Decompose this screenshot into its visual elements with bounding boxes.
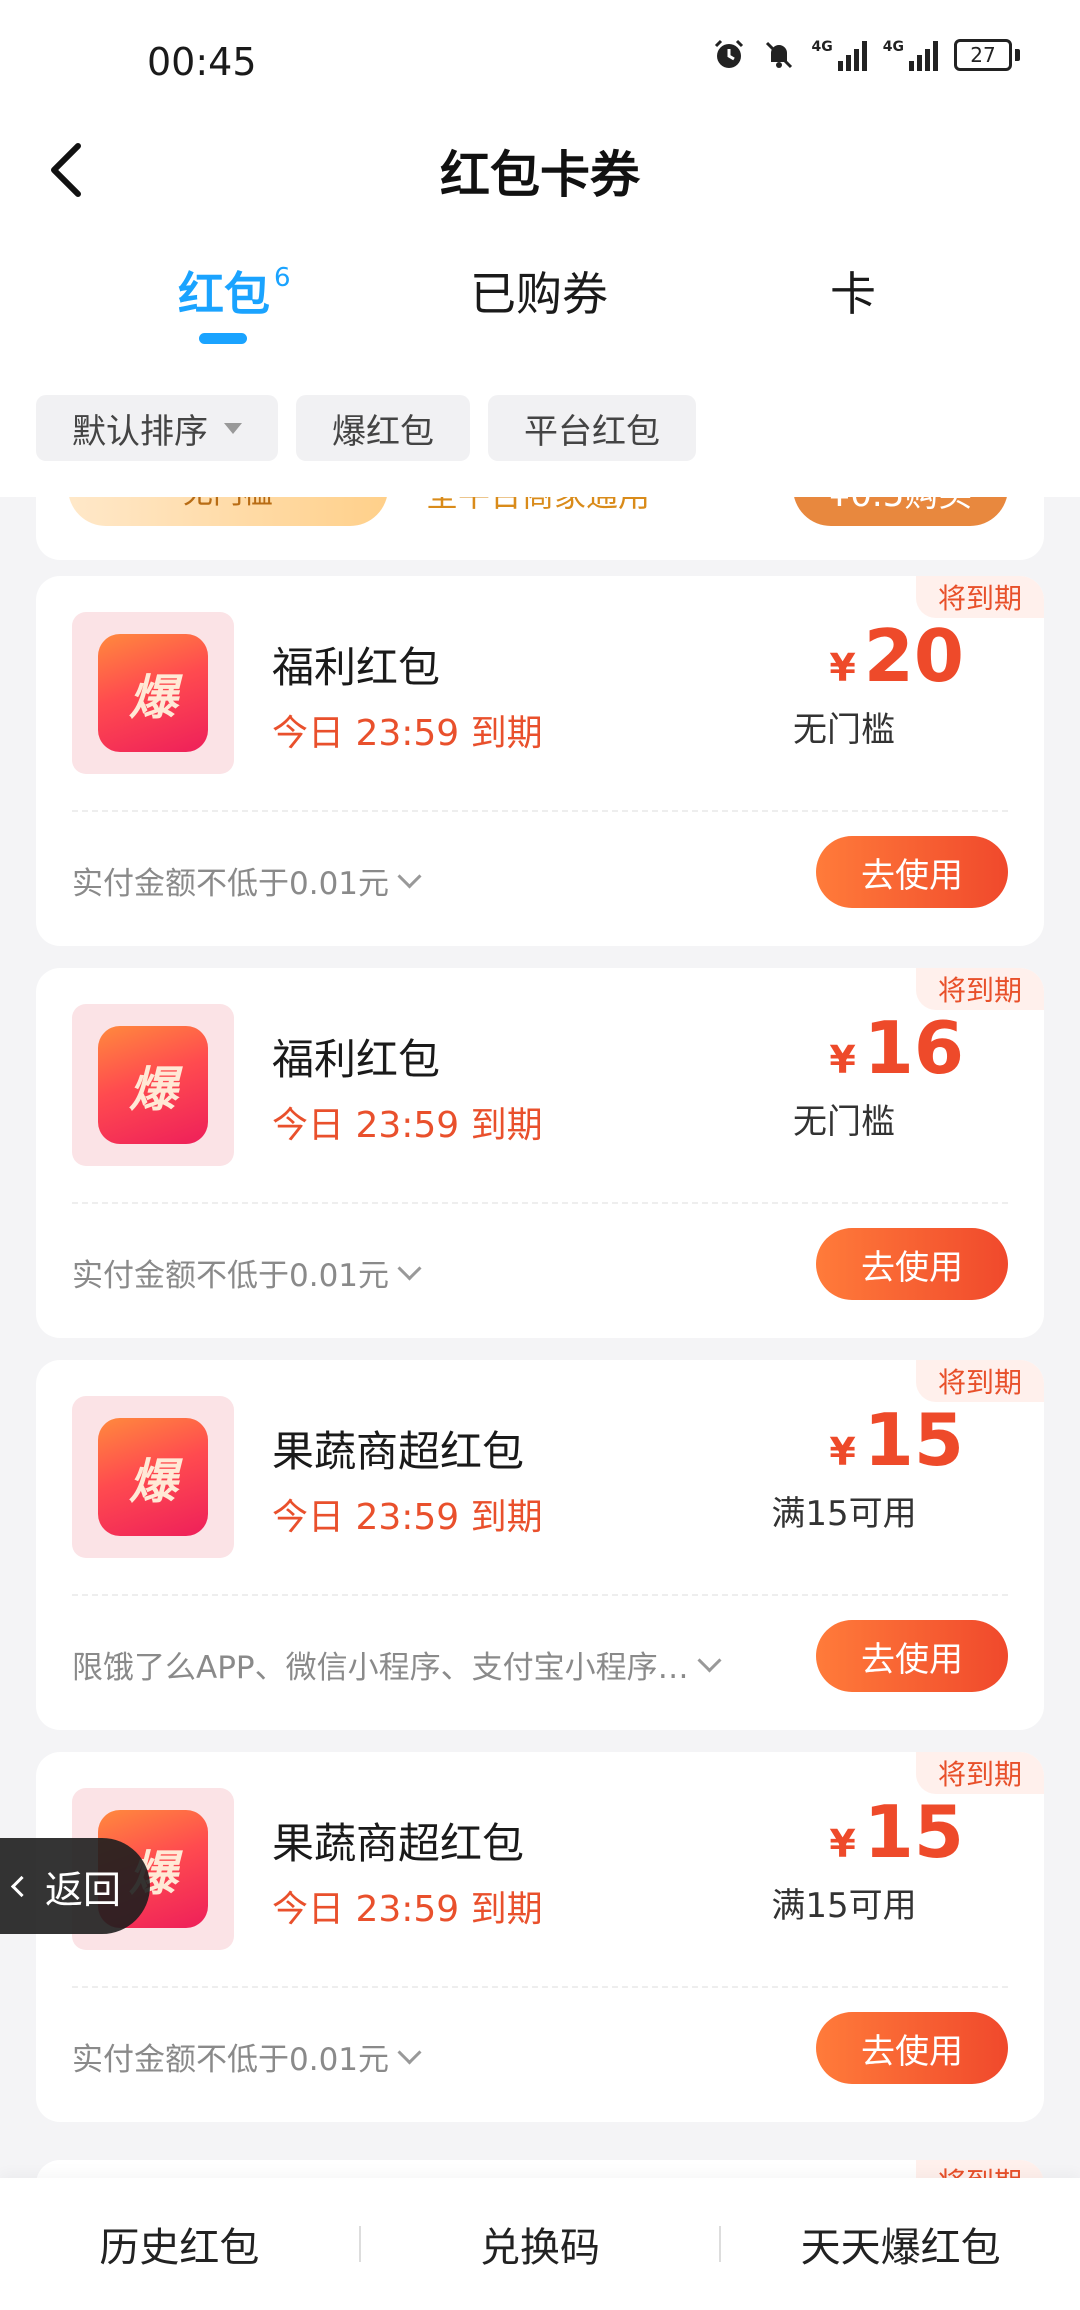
bao-red-packet-icon: 爆 [98, 1418, 208, 1536]
currency-symbol: ¥ [829, 1430, 856, 1474]
use-coupon-button[interactable]: 去使用 [816, 1228, 1008, 1300]
chevron-down-icon [397, 2040, 422, 2065]
signal-strength-icon: 4G [883, 39, 938, 71]
tab-label: 红包 [178, 267, 270, 321]
redeem-code-link[interactable]: 兑换码 [361, 2215, 720, 2273]
tab-purchased-coupons[interactable]: 已购券 [470, 258, 608, 324]
page-title: 红包卡券 [440, 146, 640, 204]
coupon-card[interactable]: 将到期 爆 果蔬商超红包 今日 23:59 到期 ¥ 15 满15可用 实付金额… [36, 1752, 1044, 2122]
floating-back-button[interactable]: 返回 [0, 1838, 150, 1934]
coupon-expiry: 今日 23:59 到期 [272, 1497, 543, 1538]
sort-dropdown[interactable]: 默认排序 [36, 395, 278, 461]
chevron-down-icon [397, 864, 422, 889]
caret-down-icon [224, 422, 242, 434]
chevron-down-icon [397, 1256, 422, 1281]
coupon-title: 果蔬商超红包 [272, 1427, 525, 1476]
status-icons: 4G 4G 27 [712, 38, 1020, 72]
coupon-title: 福利红包 [272, 643, 441, 692]
chip-label: 默认排序 [72, 411, 208, 452]
active-tab-indicator [199, 333, 247, 344]
coupon-icon-frame: 爆 [72, 612, 234, 774]
coupon-icon-frame: 爆 [72, 1004, 234, 1166]
filter-chips: 默认排序 爆红包 平台红包 [36, 395, 696, 461]
chevron-left-icon [10, 1875, 33, 1897]
currency-symbol: ¥ [829, 1822, 856, 1866]
tab-cards[interactable]: 卡 [830, 258, 876, 324]
coupon-condition: 满15可用 [771, 1886, 917, 1926]
alarm-icon [712, 38, 746, 72]
coupon-note: 限饿了么APP、微信小程序、支付宝小程序… [72, 1650, 689, 1686]
coupon-card[interactable]: 将到期 爆 福利红包 今日 23:59 到期 ¥ 16 无门槛 实付金额不低于0… [36, 968, 1044, 1338]
use-coupon-button[interactable]: 去使用 [816, 836, 1008, 908]
coupon-note: 实付金额不低于0.01元 [72, 1258, 390, 1294]
battery-level: 27 [954, 39, 1012, 71]
coupon-price: ¥ 15 [829, 1796, 964, 1868]
dashed-divider [72, 1594, 1008, 1596]
expiring-badge: 将到期 [916, 1752, 1044, 1794]
tab-bar: 红包 6 已购券 卡 [0, 258, 1080, 338]
chip-label: 爆红包 [332, 411, 434, 452]
coupon-condition: 满15可用 [771, 1494, 917, 1534]
expiring-badge: 将到期 [916, 1360, 1044, 1402]
coupon-note: 实付金额不低于0.01元 [72, 866, 390, 902]
mute-bell-icon [762, 38, 796, 72]
dashed-divider [72, 810, 1008, 812]
coupon-note: 实付金额不低于0.01元 [72, 2042, 390, 2078]
coupon-card[interactable]: 将到期 爆 果蔬商超红包 今日 23:59 到期 ¥ 15 满15可用 限饿了么… [36, 1360, 1044, 1730]
dashed-divider [72, 1986, 1008, 1988]
coupon-note-toggle[interactable]: 限饿了么APP、微信小程序、支付宝小程序… [72, 1642, 722, 1687]
coupon-expiry: 今日 23:59 到期 [272, 1105, 543, 1146]
daily-bao-red-packet-link[interactable]: 天天爆红包 [721, 2215, 1080, 2273]
coupon-amount: 15 [863, 1790, 964, 1874]
tab-label: 卡 [830, 267, 876, 321]
coupon-condition: 无门槛 [793, 710, 895, 750]
coupon-icon-frame: 爆 [72, 1396, 234, 1558]
bao-red-packet-icon: 爆 [98, 634, 208, 752]
coupon-price: ¥ 20 [829, 620, 964, 692]
use-coupon-button[interactable]: 去使用 [816, 2012, 1008, 2084]
coupon-price: ¥ 16 [829, 1012, 964, 1084]
coupon-expiry: 今日 23:59 到期 [272, 713, 543, 754]
tab-count: 6 [274, 263, 291, 293]
coupon-title: 果蔬商超红包 [272, 1819, 525, 1868]
expiring-badge: 将到期 [916, 576, 1044, 618]
coupon-card[interactable]: 将到期 爆 福利红包 今日 23:59 到期 ¥ 20 无门槛 实付金额不低于0… [36, 576, 1044, 946]
coupon-note-toggle[interactable]: 实付金额不低于0.01元 [72, 2034, 422, 2079]
coupon-title: 福利红包 [272, 1035, 441, 1084]
currency-symbol: ¥ [829, 1038, 856, 1082]
status-time: 00:45 [147, 40, 257, 84]
tab-label: 已购券 [470, 267, 608, 321]
filter-chip-platform[interactable]: 平台红包 [488, 395, 696, 461]
battery-icon: 27 [954, 39, 1020, 71]
dashed-divider [72, 1202, 1008, 1204]
coupon-amount: 15 [863, 1398, 964, 1482]
bao-red-packet-icon: 爆 [98, 1026, 208, 1144]
coupon-amount: 20 [863, 614, 964, 698]
chevron-down-icon [697, 1648, 722, 1673]
coupon-note-toggle[interactable]: 实付金额不低于0.01元 [72, 1250, 422, 1295]
signal-strength-icon: 4G [812, 39, 867, 71]
coupon-amount: 16 [863, 1006, 964, 1090]
coupon-condition: 无门槛 [793, 1102, 895, 1142]
coupon-price: ¥ 15 [829, 1404, 964, 1476]
page-header: 00:45 4G 4G 27 红包卡券 红包 6 已购券 卡 默认排序 爆红包 … [0, 0, 1080, 497]
filter-chip-bao[interactable]: 爆红包 [296, 395, 470, 461]
chip-label: 平台红包 [524, 411, 660, 452]
bottom-bar: 历史红包 兑换码 天天爆红包 [0, 2178, 1080, 2310]
floating-back-label: 返回 [45, 1867, 122, 1912]
history-red-packets-link[interactable]: 历史红包 [0, 2215, 359, 2273]
coupon-expiry: 今日 23:59 到期 [272, 1889, 543, 1930]
expiring-badge: 将到期 [916, 968, 1044, 1010]
tab-red-packet[interactable]: 红包 6 [178, 258, 291, 324]
coupon-note-toggle[interactable]: 实付金额不低于0.01元 [72, 858, 422, 903]
use-coupon-button[interactable]: 去使用 [816, 1620, 1008, 1692]
currency-symbol: ¥ [829, 646, 856, 690]
